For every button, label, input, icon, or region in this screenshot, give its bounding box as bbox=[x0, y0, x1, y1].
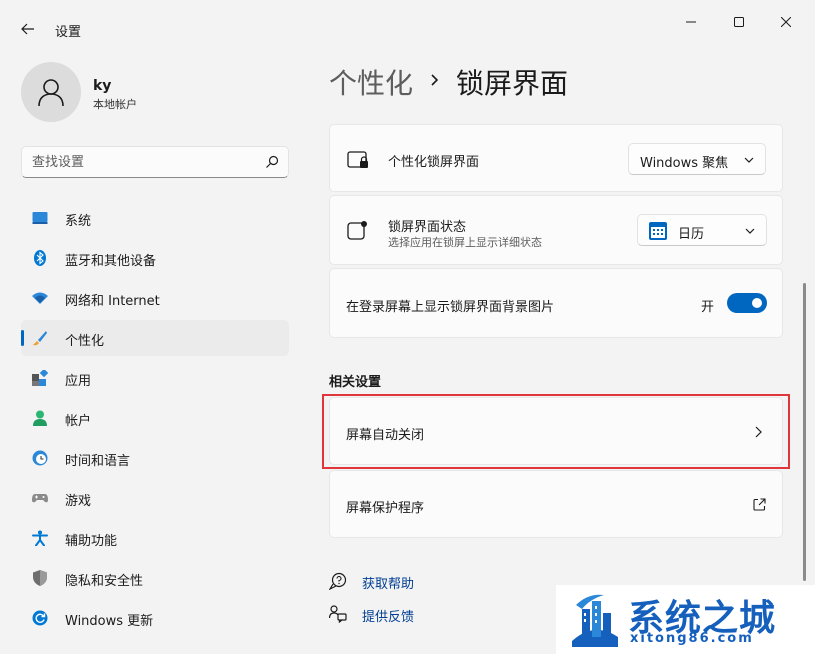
city-logo-icon bbox=[572, 594, 618, 647]
toggle-knob bbox=[752, 298, 762, 308]
search-box[interactable] bbox=[21, 146, 289, 178]
sidebar-item-label: 系统 bbox=[65, 214, 92, 229]
get-help-link[interactable]: 获取帮助 bbox=[329, 572, 449, 592]
bluetooth-icon bbox=[34, 250, 46, 266]
personalize-lock-screen-title: 个性化锁屏界面 bbox=[388, 155, 480, 170]
watermark: 系统之城 xitong86.com bbox=[556, 585, 815, 654]
sidebar-item-label: 帐户 bbox=[65, 414, 92, 429]
feedback-link[interactable]: 提供反馈 bbox=[329, 605, 449, 625]
sidebar-item-windows-update[interactable]: Windows 更新 bbox=[21, 600, 289, 636]
user-icon bbox=[38, 79, 64, 107]
lock-screen-status-subtitle: 选择应用在锁屏上显示详细状态 bbox=[388, 236, 542, 249]
screen-timeout-label: 屏幕自动关闭 bbox=[346, 428, 425, 443]
accessibility-icon bbox=[32, 530, 48, 546]
minimize-icon bbox=[686, 21, 696, 23]
close-icon bbox=[781, 17, 791, 27]
sidebar-item-label: Windows 更新 bbox=[65, 614, 154, 629]
paintbrush-icon bbox=[33, 331, 47, 346]
sidebar-item-personalization[interactable]: 个性化 bbox=[21, 320, 289, 356]
maximize-button[interactable] bbox=[716, 8, 762, 36]
close-button[interactable] bbox=[763, 8, 809, 36]
user-name: ky bbox=[93, 78, 112, 94]
sidebar-item-label: 个性化 bbox=[65, 334, 105, 349]
maximize-icon bbox=[734, 17, 744, 27]
shield-icon bbox=[33, 570, 47, 586]
sidebar-item-label: 时间和语言 bbox=[65, 454, 131, 469]
dropdown-value: Windows 聚焦 bbox=[640, 156, 729, 171]
sidebar-item-gaming[interactable]: 游戏 bbox=[21, 480, 289, 516]
sidebar-item-network[interactable]: 网络和 Internet bbox=[21, 280, 289, 316]
dropdown-value: 日历 bbox=[678, 227, 705, 242]
sidebar-item-accessibility[interactable]: 辅助功能 bbox=[21, 520, 289, 556]
screen-timeout-link[interactable]: 屏幕自动关闭 bbox=[329, 397, 783, 465]
account-type: 本地帐户 bbox=[93, 98, 137, 111]
chevron-down-icon bbox=[745, 228, 755, 234]
screen-saver-label: 屏幕保护程序 bbox=[346, 501, 425, 516]
lock-screen-status-dropdown[interactable]: 日历 bbox=[637, 214, 767, 246]
calendar-icon bbox=[649, 222, 667, 240]
sidebar-item-time-language[interactable]: 时间和语言 bbox=[21, 440, 289, 476]
system-icon bbox=[32, 212, 48, 224]
chevron-down-icon bbox=[744, 157, 754, 163]
back-button[interactable] bbox=[14, 15, 42, 43]
sidebar-item-apps[interactable]: 应用 bbox=[21, 360, 289, 396]
arrow-left-icon bbox=[21, 23, 34, 35]
sidebar-item-label: 辅助功能 bbox=[65, 534, 118, 549]
toggle-state-label: 开 bbox=[701, 300, 715, 315]
sidebar-item-label: 网络和 Internet bbox=[65, 294, 160, 309]
gamepad-icon bbox=[32, 494, 48, 503]
get-help-label: 获取帮助 bbox=[362, 577, 415, 592]
sidebar-item-privacy[interactable]: 隐私和安全性 bbox=[21, 560, 289, 596]
app-title: 设置 bbox=[55, 25, 82, 40]
lock-screen-status-card: 锁屏界面状态 选择应用在锁屏上显示详细状态 日历 bbox=[329, 195, 783, 265]
sidebar-item-system[interactable]: 系统 bbox=[21, 200, 289, 236]
scrollbar[interactable] bbox=[803, 283, 806, 581]
feedback-label: 提供反馈 bbox=[362, 610, 415, 625]
page-title: 锁屏界面 bbox=[456, 67, 569, 100]
chevron-right-icon bbox=[431, 74, 439, 86]
chevron-right-icon bbox=[755, 426, 762, 438]
watermark-url: xitong86.com bbox=[630, 631, 754, 646]
signin-background-toggle[interactable] bbox=[727, 293, 767, 313]
sidebar-item-label: 蓝牙和其他设备 bbox=[65, 254, 157, 269]
sidebar-item-label: 隐私和安全性 bbox=[65, 574, 144, 589]
selection-indicator bbox=[21, 330, 24, 346]
settings-window: 设置 ky 本地帐户 系统 蓝牙和其他设备 bbox=[0, 0, 815, 654]
sidebar-item-bluetooth[interactable]: 蓝牙和其他设备 bbox=[21, 240, 289, 276]
sidebar-item-label: 游戏 bbox=[65, 494, 92, 509]
search-icon[interactable] bbox=[265, 155, 279, 169]
update-icon bbox=[32, 610, 48, 626]
lock-screen-background-dropdown[interactable]: Windows 聚焦 bbox=[628, 143, 766, 175]
lock-screen-icon bbox=[347, 151, 368, 168]
lock-screen-status-title: 锁屏界面状态 bbox=[388, 220, 467, 235]
title-bar: 设置 bbox=[0, 0, 815, 46]
feedback-icon bbox=[329, 605, 347, 623]
sidebar-item-accounts[interactable]: 帐户 bbox=[21, 400, 289, 436]
related-settings-heading: 相关设置 bbox=[329, 375, 382, 390]
person-icon bbox=[33, 410, 47, 426]
search-input[interactable] bbox=[32, 153, 252, 171]
status-app-icon bbox=[347, 221, 367, 240]
minimize-button[interactable] bbox=[668, 8, 714, 36]
signin-background-title: 在登录屏幕上显示锁屏界面背景图片 bbox=[346, 300, 555, 315]
apps-icon bbox=[32, 370, 48, 386]
wifi-icon bbox=[32, 292, 48, 304]
personalize-lock-screen-card: 个性化锁屏界面 Windows 聚焦 bbox=[329, 124, 783, 192]
sidebar-item-label: 应用 bbox=[65, 374, 92, 389]
avatar[interactable] bbox=[21, 62, 81, 122]
signin-background-card: 在登录屏幕上显示锁屏界面背景图片 开 bbox=[329, 268, 783, 338]
breadcrumb-parent[interactable]: 个性化 bbox=[329, 62, 413, 102]
clock-globe-icon bbox=[32, 450, 48, 466]
screen-saver-link[interactable]: 屏幕保护程序 bbox=[329, 470, 783, 538]
external-link-icon bbox=[753, 498, 766, 511]
help-chat-icon bbox=[329, 572, 347, 590]
